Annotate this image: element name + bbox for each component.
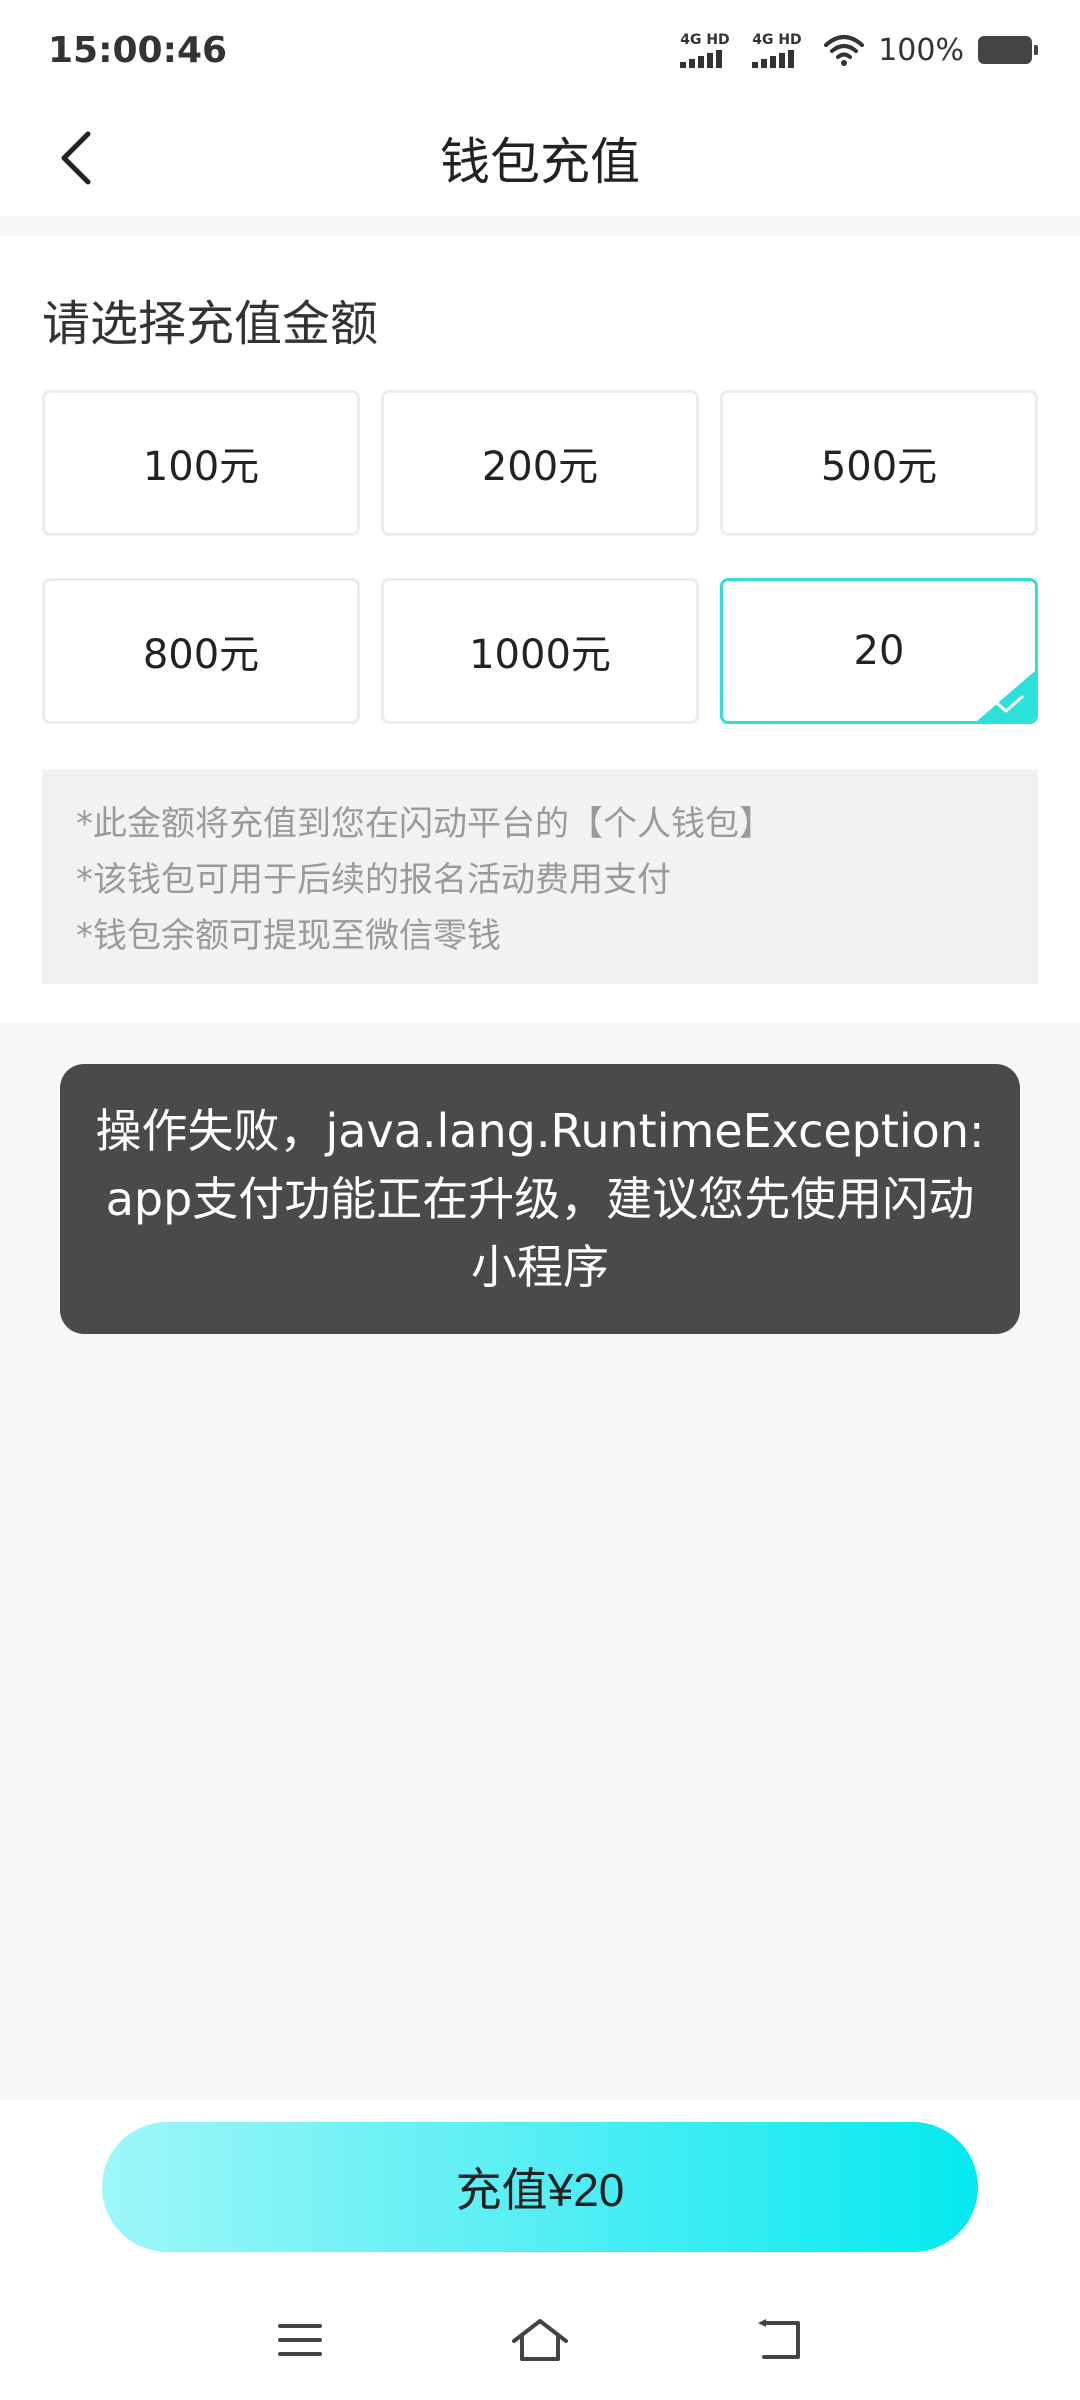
menu-button[interactable]: [270, 2310, 330, 2370]
amount-option-1000[interactable]: 1000元: [381, 578, 699, 724]
bottom-area: 充值¥20: [0, 2100, 1080, 2400]
status-bar: 15:00:46 4G HD 4G HD 100%: [0, 0, 1080, 100]
amount-grid: 100元 200元 500元 800元 1000元 20: [42, 390, 1038, 724]
network-type-label-2: 4G HD: [752, 32, 802, 48]
recharge-card: 请选择充值金额 100元 200元 500元 800元 1000元 20 *此金…: [0, 236, 1080, 1022]
signal-icon-sim2: 4G HD: [752, 28, 810, 72]
recharge-button[interactable]: 充值¥20: [102, 2122, 978, 2252]
back-button[interactable]: [34, 116, 118, 200]
amount-option-800[interactable]: 800元: [42, 578, 360, 724]
notice-line: *该钱包可用于后续的报名活动费用支付: [76, 860, 671, 900]
error-toast: 操作失败，java.lang.RuntimeException: app支付功能…: [60, 1064, 1020, 1334]
network-type-label-1: 4G HD: [680, 32, 730, 48]
signal-icon-sim1: 4G HD: [680, 28, 738, 72]
menu-icon: [278, 2324, 322, 2356]
check-icon: [996, 695, 1024, 713]
battery-icon: [978, 36, 1038, 64]
notice-box: *此金额将充值到您在闪动平台的【个人钱包】 *该钱包可用于后续的报名活动费用支付…: [42, 770, 1038, 984]
amount-option-custom[interactable]: 20: [720, 578, 1038, 724]
section-label: 请选择充值金额: [42, 296, 379, 352]
amount-option-200[interactable]: 200元: [381, 390, 699, 536]
chevron-left-icon: [61, 131, 91, 185]
amount-option-500[interactable]: 500元: [720, 390, 1038, 536]
back-icon: [758, 2319, 800, 2359]
status-icons: 4G HD 4G HD 100%: [680, 28, 1038, 72]
status-time: 15:00:46: [48, 29, 228, 71]
back-nav-button[interactable]: [750, 2310, 810, 2370]
page-title: 钱包充值: [440, 133, 640, 191]
home-icon: [512, 2319, 568, 2361]
custom-amount-value: 20: [853, 628, 905, 674]
notice-line: *此金额将充值到您在闪动平台的【个人钱包】: [76, 804, 773, 844]
nav-header: 钱包充值: [0, 100, 1080, 216]
battery-percent: 100%: [878, 32, 964, 68]
amount-option-100[interactable]: 100元: [42, 390, 360, 536]
notice-line: *钱包余额可提现至微信零钱: [76, 916, 501, 956]
home-button[interactable]: [510, 2310, 570, 2370]
system-nav-bar: [0, 2300, 1080, 2380]
wifi-icon: [824, 35, 865, 66]
